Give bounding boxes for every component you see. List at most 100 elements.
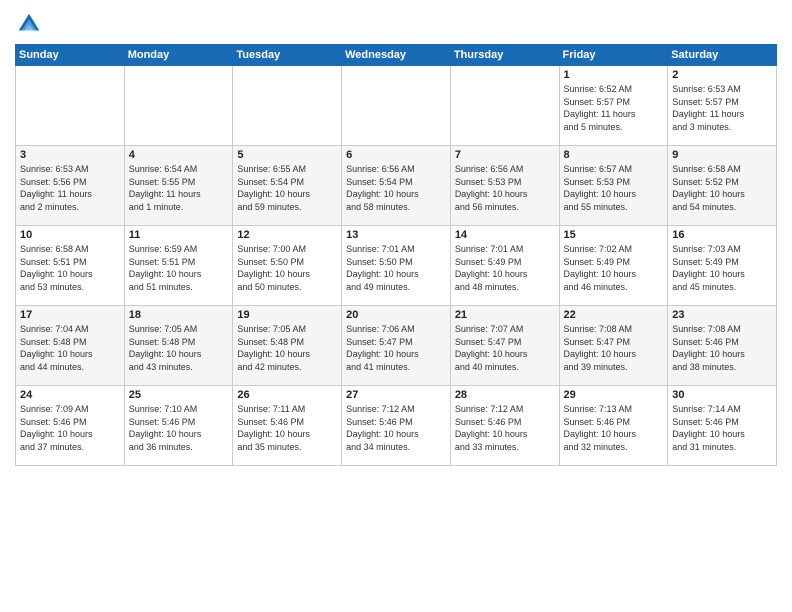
day-number: 24 xyxy=(20,389,120,401)
day-cell: 20Sunrise: 7:06 AM Sunset: 5:47 PM Dayli… xyxy=(342,306,451,386)
day-info: Sunrise: 7:11 AM Sunset: 5:46 PM Dayligh… xyxy=(237,403,337,453)
weekday-monday: Monday xyxy=(124,45,233,66)
day-cell: 9 Sunrise: 6:58 AM Sunset: 5:52 PM Daylig… xyxy=(668,146,777,226)
day-number: 16 xyxy=(672,229,772,241)
day-number: 18 xyxy=(129,309,229,321)
day-cell: 11 Sunrise: 6:59 AM Sunset: 5:51 PM Dayli… xyxy=(124,226,233,306)
day-number: 3 xyxy=(20,149,120,161)
day-cell xyxy=(233,66,342,146)
day-cell: 1Sunrise: 6:52 AM Sunset: 5:57 PM Daylig… xyxy=(559,66,668,146)
day-cell: 12 Sunrise: 7:00 AM Sunset: 5:50 PM Dayli… xyxy=(233,226,342,306)
day-cell: 25 Sunrise: 7:10 AM Sunset: 5:46 PM Dayli… xyxy=(124,386,233,466)
day-number: 25 xyxy=(129,389,229,401)
logo-icon xyxy=(15,10,43,38)
day-info: Sunrise: 7:09 AM Sunset: 5:46 PM Dayligh… xyxy=(20,403,120,453)
weekday-saturday: Saturday xyxy=(668,45,777,66)
header xyxy=(15,10,777,38)
day-cell: 24 Sunrise: 7:09 AM Sunset: 5:46 PM Dayli… xyxy=(16,386,125,466)
day-info: Sunrise: 6:56 AM Sunset: 5:53 PM Dayligh… xyxy=(455,163,555,213)
day-info: Sunrise: 7:01 AM Sunset: 5:49 PM Dayligh… xyxy=(455,243,555,293)
day-cell xyxy=(342,66,451,146)
day-cell xyxy=(124,66,233,146)
day-cell: 10 Sunrise: 6:58 AM Sunset: 5:51 PM Dayli… xyxy=(16,226,125,306)
week-row-3: 10 Sunrise: 6:58 AM Sunset: 5:51 PM Dayli… xyxy=(16,226,777,306)
week-row-2: 3 Sunrise: 6:53 AM Sunset: 5:56 PM Daylig… xyxy=(16,146,777,226)
day-info: Sunrise: 6:58 AM Sunset: 5:52 PM Dayligh… xyxy=(672,163,772,213)
day-cell: 15Sunrise: 7:02 AM Sunset: 5:49 PM Dayli… xyxy=(559,226,668,306)
day-number: 8 xyxy=(564,149,664,161)
day-cell: 7Sunrise: 6:56 AM Sunset: 5:53 PM Daylig… xyxy=(450,146,559,226)
calendar-table: SundayMondayTuesdayWednesdayThursdayFrid… xyxy=(15,44,777,466)
day-cell: 8 Sunrise: 6:57 AM Sunset: 5:53 PM Daylig… xyxy=(559,146,668,226)
weekday-header-row: SundayMondayTuesdayWednesdayThursdayFrid… xyxy=(16,45,777,66)
day-cell: 23 Sunrise: 7:08 AM Sunset: 5:46 PM Dayli… xyxy=(668,306,777,386)
day-info: Sunrise: 7:04 AM Sunset: 5:48 PM Dayligh… xyxy=(20,323,120,373)
day-number: 28 xyxy=(455,389,555,401)
day-info: Sunrise: 6:56 AM Sunset: 5:54 PM Dayligh… xyxy=(346,163,446,213)
day-info: Sunrise: 7:13 AM Sunset: 5:46 PM Dayligh… xyxy=(564,403,664,453)
day-cell: 4Sunrise: 6:54 AM Sunset: 5:55 PM Daylig… xyxy=(124,146,233,226)
day-cell: 21 Sunrise: 7:07 AM Sunset: 5:47 PM Dayli… xyxy=(450,306,559,386)
day-number: 13 xyxy=(346,229,446,241)
day-info: Sunrise: 7:07 AM Sunset: 5:47 PM Dayligh… xyxy=(455,323,555,373)
day-info: Sunrise: 7:12 AM Sunset: 5:46 PM Dayligh… xyxy=(346,403,446,453)
day-cell: 30 Sunrise: 7:14 AM Sunset: 5:46 PM Dayli… xyxy=(668,386,777,466)
day-cell: 27Sunrise: 7:12 AM Sunset: 5:46 PM Dayli… xyxy=(342,386,451,466)
weekday-tuesday: Tuesday xyxy=(233,45,342,66)
day-cell xyxy=(16,66,125,146)
day-number: 9 xyxy=(672,149,772,161)
day-number: 21 xyxy=(455,309,555,321)
calendar-body: 1Sunrise: 6:52 AM Sunset: 5:57 PM Daylig… xyxy=(16,66,777,466)
day-number: 12 xyxy=(237,229,337,241)
day-cell: 29 Sunrise: 7:13 AM Sunset: 5:46 PM Dayli… xyxy=(559,386,668,466)
day-info: Sunrise: 7:06 AM Sunset: 5:47 PM Dayligh… xyxy=(346,323,446,373)
day-number: 6 xyxy=(346,149,446,161)
weekday-thursday: Thursday xyxy=(450,45,559,66)
day-number: 17 xyxy=(20,309,120,321)
day-number: 22 xyxy=(564,309,664,321)
week-row-1: 1Sunrise: 6:52 AM Sunset: 5:57 PM Daylig… xyxy=(16,66,777,146)
day-info: Sunrise: 6:55 AM Sunset: 5:54 PM Dayligh… xyxy=(237,163,337,213)
day-cell: 17 Sunrise: 7:04 AM Sunset: 5:48 PM Dayli… xyxy=(16,306,125,386)
day-info: Sunrise: 7:05 AM Sunset: 5:48 PM Dayligh… xyxy=(237,323,337,373)
day-info: Sunrise: 7:08 AM Sunset: 5:47 PM Dayligh… xyxy=(564,323,664,373)
day-info: Sunrise: 6:59 AM Sunset: 5:51 PM Dayligh… xyxy=(129,243,229,293)
day-number: 1 xyxy=(564,69,664,81)
day-cell: 19 Sunrise: 7:05 AM Sunset: 5:48 PM Dayli… xyxy=(233,306,342,386)
day-number: 29 xyxy=(564,389,664,401)
day-number: 30 xyxy=(672,389,772,401)
weekday-sunday: Sunday xyxy=(16,45,125,66)
day-number: 19 xyxy=(237,309,337,321)
day-cell: 26 Sunrise: 7:11 AM Sunset: 5:46 PM Dayli… xyxy=(233,386,342,466)
day-cell: 18 Sunrise: 7:05 AM Sunset: 5:48 PM Dayli… xyxy=(124,306,233,386)
day-info: Sunrise: 7:00 AM Sunset: 5:50 PM Dayligh… xyxy=(237,243,337,293)
day-cell: 22 Sunrise: 7:08 AM Sunset: 5:47 PM Dayli… xyxy=(559,306,668,386)
weekday-wednesday: Wednesday xyxy=(342,45,451,66)
day-cell: 14Sunrise: 7:01 AM Sunset: 5:49 PM Dayli… xyxy=(450,226,559,306)
day-number: 2 xyxy=(672,69,772,81)
day-info: Sunrise: 7:01 AM Sunset: 5:50 PM Dayligh… xyxy=(346,243,446,293)
day-info: Sunrise: 6:54 AM Sunset: 5:55 PM Dayligh… xyxy=(129,163,229,213)
day-cell: 3 Sunrise: 6:53 AM Sunset: 5:56 PM Daylig… xyxy=(16,146,125,226)
day-cell: 16 Sunrise: 7:03 AM Sunset: 5:49 PM Dayli… xyxy=(668,226,777,306)
day-info: Sunrise: 7:08 AM Sunset: 5:46 PM Dayligh… xyxy=(672,323,772,373)
day-cell: 5Sunrise: 6:55 AM Sunset: 5:54 PM Daylig… xyxy=(233,146,342,226)
day-info: Sunrise: 7:10 AM Sunset: 5:46 PM Dayligh… xyxy=(129,403,229,453)
logo xyxy=(15,10,47,38)
day-cell: 13 Sunrise: 7:01 AM Sunset: 5:50 PM Dayli… xyxy=(342,226,451,306)
day-number: 26 xyxy=(237,389,337,401)
day-info: Sunrise: 7:03 AM Sunset: 5:49 PM Dayligh… xyxy=(672,243,772,293)
day-info: Sunrise: 6:57 AM Sunset: 5:53 PM Dayligh… xyxy=(564,163,664,213)
day-number: 11 xyxy=(129,229,229,241)
day-number: 23 xyxy=(672,309,772,321)
day-cell: 6 Sunrise: 6:56 AM Sunset: 5:54 PM Daylig… xyxy=(342,146,451,226)
day-info: Sunrise: 6:53 AM Sunset: 5:57 PM Dayligh… xyxy=(672,83,772,133)
day-info: Sunrise: 7:05 AM Sunset: 5:48 PM Dayligh… xyxy=(129,323,229,373)
day-info: Sunrise: 6:58 AM Sunset: 5:51 PM Dayligh… xyxy=(20,243,120,293)
week-row-4: 17 Sunrise: 7:04 AM Sunset: 5:48 PM Dayli… xyxy=(16,306,777,386)
day-number: 10 xyxy=(20,229,120,241)
day-info: Sunrise: 6:53 AM Sunset: 5:56 PM Dayligh… xyxy=(20,163,120,213)
day-number: 15 xyxy=(564,229,664,241)
day-cell: 2 Sunrise: 6:53 AM Sunset: 5:57 PM Daylig… xyxy=(668,66,777,146)
day-info: Sunrise: 7:14 AM Sunset: 5:46 PM Dayligh… xyxy=(672,403,772,453)
